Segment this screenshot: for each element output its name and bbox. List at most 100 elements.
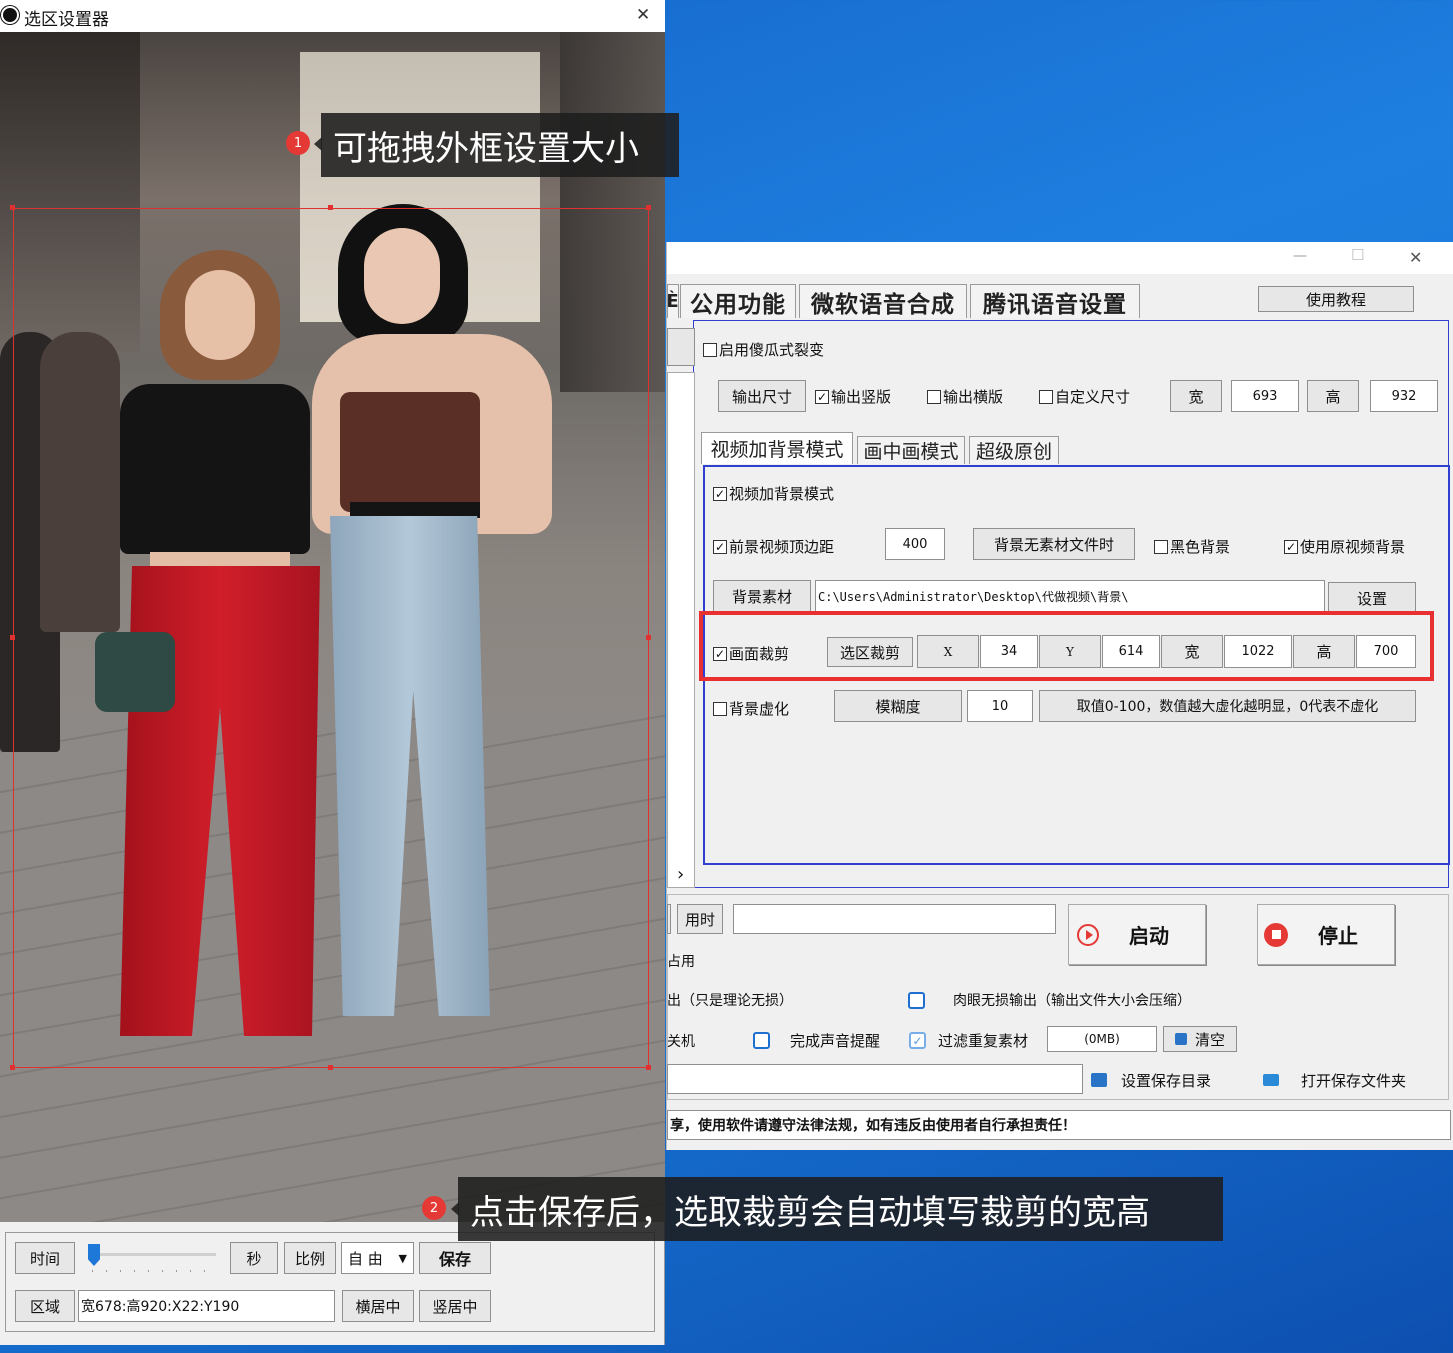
output-vertical-checkbox[interactable]: ✓ 输出竖版 [815, 386, 891, 407]
center-vertical-button[interactable]: 竖居中 [419, 1290, 491, 1322]
filter-duplicate-box[interactable]: ✓ [909, 1032, 926, 1049]
save-button[interactable]: 保存 [419, 1242, 491, 1274]
bg-path-input[interactable]: C:\Users\Administrator\Desktop\代做视频\背景\ [815, 580, 1325, 612]
resize-handle-mr[interactable] [646, 635, 651, 640]
center-horizontal-button[interactable]: 横居中 [342, 1290, 414, 1322]
tab-ms-tts[interactable]: 微软语音合成 [799, 284, 967, 318]
resize-handle-bm[interactable] [328, 1065, 333, 1070]
output-horizontal-checkbox[interactable]: 输出横版 [927, 386, 1003, 407]
area-button[interactable]: 区域 [15, 1290, 75, 1322]
area-value-input[interactable]: 宽678:高920:X22:Y190 [78, 1290, 335, 1322]
scroll-right-arrow[interactable]: › [677, 864, 684, 885]
save-dir-input[interactable] [667, 1064, 1083, 1094]
bg-material-button[interactable]: 背景素材 [713, 580, 811, 612]
blur-checkbox[interactable]: 背景虚化 [713, 698, 789, 719]
width-label: 宽 [1170, 380, 1222, 412]
main-window: — ☐ ✕ È 公用功能 微软语音合成 腾讯语音设置 使用教程 › 启用傻瓜式裂… [666, 242, 1453, 1150]
partial-left-button[interactable] [667, 904, 671, 934]
use-original-bg-box[interactable]: ✓ [1284, 539, 1298, 554]
output-horizontal-box[interactable] [927, 389, 941, 404]
set-bg-button[interactable]: 设置 [1328, 582, 1416, 614]
top-margin-box[interactable]: ✓ [713, 539, 727, 554]
folder-gear-icon [1091, 1073, 1107, 1087]
play-circle-icon [1077, 923, 1099, 946]
black-bg-checkbox[interactable]: 黑色背景 [1154, 536, 1230, 557]
eye-lossless-checkbox[interactable]: 肉眼无损输出（输出文件大小会压缩） [908, 990, 1191, 1010]
start-label: 启动 [1129, 924, 1169, 948]
crop-highlight-frame [699, 611, 1434, 681]
app-logo-icon [1, 6, 19, 24]
fool-split-checkbox[interactable]: 启用傻瓜式裂变 [703, 339, 824, 360]
subtab-video-bg[interactable]: 视频加背景模式 [701, 432, 853, 464]
callout-two: 点击保存后，选取裁剪会自动填写裁剪的宽高 [458, 1177, 1223, 1241]
resize-handle-ml[interactable] [10, 635, 15, 640]
stop-circle-icon [1264, 922, 1288, 947]
maximize-icon[interactable]: ☐ [1351, 246, 1364, 264]
sound-remind-checkbox[interactable]: 完成声音提醒 [753, 1030, 880, 1051]
fool-split-box[interactable] [703, 342, 717, 357]
time-used-label: 用时 [677, 904, 723, 934]
bg-mode-checkbox[interactable]: ✓ 视频加背景模式 [713, 483, 834, 504]
picker-window: 选区设置器 ✕ 时间 秒 比例 自 由 ▼ 保存 区域 宽678:高920:X2… [0, 0, 665, 1345]
clear-button[interactable]: 清空 [1163, 1026, 1237, 1052]
callout-two-badge: 2 [422, 1196, 446, 1220]
top-margin-checkbox[interactable]: ✓ 前景视频顶边距 [713, 536, 834, 557]
blur-degree-label: 模糊度 [834, 690, 962, 722]
height-input[interactable]: 932 [1370, 380, 1438, 412]
sound-remind-box[interactable] [753, 1032, 770, 1049]
no-bg-material-button[interactable]: 背景无素材文件时 [973, 528, 1135, 560]
picker-close-icon[interactable]: ✕ [636, 5, 650, 25]
subtab-pip[interactable]: 画中画模式 [857, 436, 965, 464]
tab-partial[interactable]: È [667, 284, 679, 318]
bg-mode-box[interactable]: ✓ [713, 486, 727, 501]
time-used-field[interactable] [733, 904, 1056, 934]
minimize-icon[interactable]: — [1293, 248, 1307, 264]
start-button[interactable]: 启动 [1068, 904, 1206, 965]
resize-handle-tm[interactable] [328, 205, 333, 210]
stop-button[interactable]: 停止 [1257, 904, 1395, 965]
height-label: 高 [1307, 380, 1359, 412]
filter-duplicate-checkbox[interactable]: ✓ 过滤重复素材 [909, 1030, 1028, 1051]
time-slider-thumb[interactable] [88, 1244, 100, 1266]
chevron-down-icon: ▼ [398, 1251, 407, 1265]
set-save-dir-button[interactable]: 设置保存目录 [1091, 1068, 1231, 1092]
top-margin-input[interactable]: 400 [885, 528, 945, 560]
resize-handle-br[interactable] [646, 1065, 651, 1070]
width-input[interactable]: 693 [1231, 380, 1299, 412]
left-partial-button[interactable] [667, 328, 695, 366]
black-bg-box[interactable] [1154, 539, 1168, 554]
time-button[interactable]: 时间 [15, 1242, 75, 1274]
output-size-button[interactable]: 输出尺寸 [718, 380, 806, 412]
resize-handle-bl[interactable] [10, 1065, 15, 1070]
blur-hint: 取值0-100，数值越大虚化越明显，0代表不虚化 [1039, 690, 1416, 722]
stop-label: 停止 [1318, 924, 1358, 948]
custom-size-checkbox[interactable]: 自定义尺寸 [1039, 386, 1130, 407]
output-vertical-box[interactable]: ✓ [815, 389, 829, 404]
ratio-select[interactable]: 自 由 ▼ [341, 1242, 414, 1274]
left-list-strip [667, 372, 695, 888]
open-save-dir-button[interactable]: 打开保存文件夹 [1263, 1068, 1423, 1092]
seconds-button[interactable]: 秒 [230, 1242, 278, 1274]
selection-frame[interactable] [13, 208, 649, 1068]
tab-tencent-voice[interactable]: 腾讯语音设置 [970, 284, 1140, 318]
resize-handle-tl[interactable] [10, 205, 15, 210]
use-original-bg-checkbox[interactable]: ✓ 使用原视频背景 [1284, 536, 1405, 557]
eye-lossless-box[interactable] [908, 991, 925, 1009]
open-folder-icon [1263, 1074, 1279, 1086]
resize-handle-tr[interactable] [646, 205, 651, 210]
ratio-button[interactable]: 比例 [284, 1242, 336, 1274]
broom-icon [1174, 1033, 1187, 1045]
material-size-field: (0MB) [1047, 1026, 1157, 1052]
subtab-super-original[interactable]: 超级原创 [969, 436, 1059, 464]
close-icon[interactable]: ✕ [1409, 248, 1422, 267]
occupy-label: 占用 [667, 954, 695, 970]
tab-common-functions[interactable]: 公用功能 [680, 284, 796, 318]
custom-size-box[interactable] [1039, 389, 1053, 404]
callout-one-badge: 1 [286, 131, 310, 155]
tutorial-button[interactable]: 使用教程 [1258, 286, 1414, 312]
blur-degree-input[interactable]: 10 [967, 690, 1033, 722]
blur-box[interactable] [713, 701, 727, 716]
time-slider[interactable] [84, 1244, 220, 1278]
lossless-label: 出（只是理论无损） [667, 993, 793, 1009]
callout-one: 可拖拽外框设置大小 [321, 113, 679, 177]
